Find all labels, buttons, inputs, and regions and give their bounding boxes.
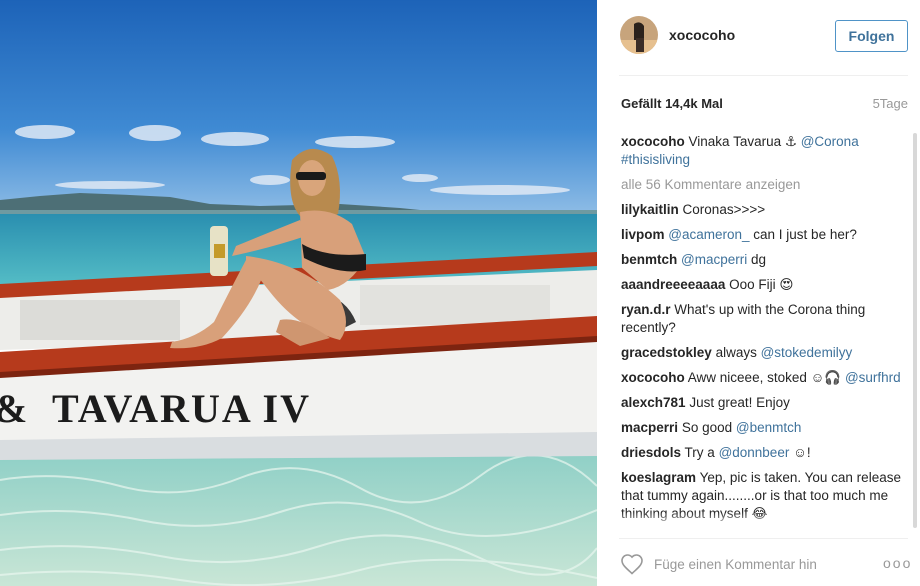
comment-text: Try a xyxy=(684,445,719,460)
comment-item: driesdols Try a @donnbeer ☺! xyxy=(621,444,911,462)
comment-item: aaandreeeeaaaa Ooo Fiji 😍 xyxy=(621,276,911,294)
post-details-panel: xococoho Folgen Gefällt 14,4k Mal 5Tage … xyxy=(597,0,920,586)
comment-mention[interactable]: @surfhrd xyxy=(845,370,901,385)
caption-mention[interactable]: @Corona xyxy=(801,134,859,149)
footer-divider xyxy=(619,538,908,539)
comment-text: ☺! xyxy=(789,445,811,460)
header-divider xyxy=(619,75,908,76)
comment-item: ryan.d.r What's up with the Corona thing… xyxy=(621,301,911,337)
comment-username[interactable]: lilykaitlin xyxy=(621,202,679,217)
comment-username[interactable]: livpom xyxy=(621,227,665,242)
comment-mention[interactable]: @macperri xyxy=(681,252,747,267)
comment-footer: ooo xyxy=(597,540,920,586)
comment-text: Aww niceee, stoked ☺🎧 xyxy=(687,370,845,385)
svg-text:&: & xyxy=(0,386,27,431)
caption-text: Vinaka Tavarua ⚓ xyxy=(688,134,797,149)
comment-scrollbar-thumb[interactable] xyxy=(913,133,917,528)
comment-scrollbar[interactable] xyxy=(913,133,917,528)
comment-mention[interactable]: @stokedemilyy xyxy=(761,345,853,360)
post-header: xococoho Folgen xyxy=(597,0,920,76)
comment-mention[interactable]: @donnbeer xyxy=(719,445,790,460)
caption-hashtag[interactable]: #thisisliving xyxy=(621,152,690,167)
comment-input[interactable] xyxy=(654,553,872,575)
heart-icon[interactable] xyxy=(620,553,644,575)
comment-item: alexch781 Just great! Enjoy xyxy=(621,394,911,412)
comment-text: Just great! Enjoy xyxy=(689,395,790,410)
avatar[interactable] xyxy=(620,16,658,54)
more-options-icon[interactable]: ooo xyxy=(883,552,911,574)
comment-item: gracedstokley always @stokedemilyy xyxy=(621,344,911,362)
boat-lettering: TAVARUA IV xyxy=(52,386,311,431)
comment-username[interactable]: driesdols xyxy=(621,445,681,460)
comment-mention[interactable]: @benmtch xyxy=(736,420,801,435)
comment-text: dg xyxy=(747,252,767,267)
comment-username[interactable]: gracedstokley xyxy=(621,345,712,360)
comment-item: benmtch @macperri dg xyxy=(621,251,911,269)
owner-username[interactable]: xococoho xyxy=(669,27,735,43)
comment-item: livpom @acameron_ can I just be her? xyxy=(621,226,911,244)
comment-item: macperri So good @benmtch xyxy=(621,419,911,437)
comment-text: always xyxy=(715,345,761,360)
comment-username[interactable]: ryan.d.r xyxy=(621,302,671,317)
caption: xococoho Vinaka Tavarua ⚓ @Corona #thisi… xyxy=(621,133,911,169)
post-stats: Gefällt 14,4k Mal 5Tage xyxy=(621,96,908,114)
post-photo[interactable]: TAVARUA IV & xyxy=(0,0,597,586)
comment-username[interactable]: xococoho xyxy=(621,370,685,385)
comment-text: can I just be her? xyxy=(749,227,857,242)
comment-mention[interactable]: @acameron_ xyxy=(668,227,749,242)
comment-list-fade xyxy=(621,512,911,528)
comment-item: lilykaitlin Coronas>>>> xyxy=(621,201,911,219)
comment-text: Coronas>>>> xyxy=(682,202,766,217)
post-age[interactable]: 5Tage xyxy=(873,96,908,111)
comment-username[interactable]: alexch781 xyxy=(621,395,686,410)
like-count[interactable]: Gefällt 14,4k Mal xyxy=(621,96,723,111)
view-all-comments-link[interactable]: alle 56 Kommentare anzeigen xyxy=(621,176,911,194)
comment-text: Ooo Fiji 😍 xyxy=(729,277,794,292)
comment-list[interactable]: xococoho Vinaka Tavarua ⚓ @Corona #thisi… xyxy=(621,133,911,526)
caption-username[interactable]: xococoho xyxy=(621,134,685,149)
comment-username[interactable]: macperri xyxy=(621,420,678,435)
comment-username[interactable]: aaandreeeeaaaa xyxy=(621,277,725,292)
follow-button[interactable]: Folgen xyxy=(835,20,908,52)
comment-text: So good xyxy=(681,420,736,435)
comment-username[interactable]: koeslagram xyxy=(621,470,696,485)
comment-username[interactable]: benmtch xyxy=(621,252,677,267)
comment-item: xococoho Aww niceee, stoked ☺🎧 @surfhrd xyxy=(621,369,911,387)
